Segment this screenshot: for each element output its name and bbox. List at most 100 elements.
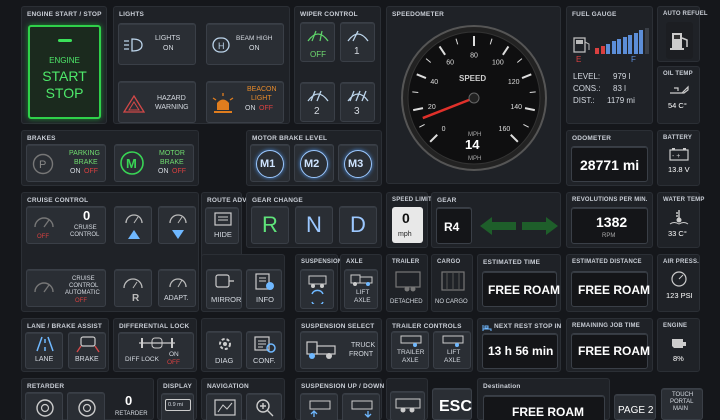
beam-high-button[interactable]: H BEAM HIGH ON <box>206 23 284 65</box>
suspension-panel: SUSPENSION <box>295 254 342 312</box>
hazard-button[interactable]: HAZARD WARNING <box>118 81 196 123</box>
hazard-icon <box>123 95 145 113</box>
info-button[interactable]: INFO <box>246 269 282 309</box>
engine-start-stop-button[interactable]: ENGINE START STOP <box>28 25 101 119</box>
cruise-auto-button[interactable]: CRUISE CONTROL AUTOMATIC OFF <box>26 269 106 307</box>
suspension-button[interactable] <box>300 269 334 309</box>
brake-assist-button[interactable]: BRAKE <box>68 332 106 369</box>
cruise-down-button[interactable] <box>158 206 196 244</box>
wiper-2-button[interactable]: 2 <box>300 82 335 122</box>
trailer-lift-label2: AXLE <box>444 357 461 364</box>
trailer-title: TRAILER <box>392 259 420 265</box>
destination-title: Destination <box>483 383 521 390</box>
diff-lock-button[interactable]: DIFF LOCK ON OFF <box>118 332 194 369</box>
page-2-button[interactable]: PAGE 2 <box>614 394 656 420</box>
speedlimit-title: SPEED LIMIT <box>392 197 432 203</box>
conf-label: CONF. <box>253 356 276 365</box>
fuel-bar <box>644 28 649 54</box>
conf-button[interactable]: CONF. <box>246 331 282 369</box>
nextrest-panel: NEXT REST STOP IN 13 h 56 min <box>477 318 561 372</box>
difflock-panel: DIFFERENTIAL LOCK DIFF LOCK ON OFF <box>113 318 197 372</box>
water-temp-icon <box>669 210 689 225</box>
lane-title: LANE / BRAKE ASSIST <box>27 323 103 330</box>
dashboard: ENGINE START / STOP ENGINE START STOP LI… <box>0 0 720 420</box>
suspension-select-button[interactable]: TRUCK FRONT <box>300 331 378 369</box>
autorefuel-title: AUTO REFUEL <box>663 11 708 17</box>
gear-d-button[interactable]: D <box>339 206 377 244</box>
lane-assist-button[interactable]: LANE <box>25 332 63 369</box>
display-button[interactable]: 0.9 mi <box>161 393 194 420</box>
svg-text:H: H <box>218 41 225 51</box>
nav-zoom-button[interactable] <box>246 393 282 420</box>
brake-assist-icon <box>76 336 100 353</box>
watertemp-value: 33 C° <box>668 229 687 238</box>
truck-axle-icon <box>350 274 373 286</box>
motorbrake-title: MOTOR BRAKE LEVEL <box>252 135 328 142</box>
motor-brake-m3-button[interactable]: M3 <box>338 144 378 182</box>
nextrest-display: 13 h 56 min <box>482 333 558 369</box>
engine-status-title: ENGINE <box>663 323 688 329</box>
difflock-off: OFF <box>167 359 180 366</box>
remaining-panel: REMAINING JOB TIME FREE ROAM <box>566 318 653 372</box>
cruise-up-button[interactable] <box>114 206 152 244</box>
suspension-down-icon <box>351 400 373 418</box>
route-hide-button[interactable]: HIDE <box>205 207 239 244</box>
speed-tick-label: 0 <box>442 126 446 133</box>
speed-up-icon <box>125 214 143 239</box>
nav-map-button[interactable] <box>206 393 242 420</box>
speedlimit-value: 0 <box>402 210 410 226</box>
touch-portal-main-button[interactable]: TOUCH PORTAL MAIN <box>661 388 703 420</box>
trailer-axle-button[interactable]: TRAILER AXLE <box>391 331 429 369</box>
suspension-up-button[interactable] <box>300 393 338 420</box>
fuel-bar <box>606 43 610 54</box>
svg-text:- +: - + <box>672 153 680 160</box>
beacon-light-button[interactable]: BEACON LIGHT ON OFF <box>206 81 284 123</box>
retarder-title: RETARDER <box>27 383 65 390</box>
parking-label2: BRAKE <box>74 159 98 166</box>
lights-button[interactable]: LIGHTS ON <box>118 23 196 65</box>
wiper-1-button[interactable]: 1 <box>340 22 375 62</box>
speed-tick-label: 80 <box>470 53 478 60</box>
fuel-bar <box>595 48 599 54</box>
trailer-lift-icon <box>442 335 464 347</box>
retarder-down-button[interactable] <box>25 392 63 420</box>
m3-label: M3 <box>348 158 364 170</box>
gear-r-button[interactable]: R <box>251 206 289 244</box>
motor-brake-m2-button[interactable]: M2 <box>294 144 334 182</box>
retarder-up-button[interactable] <box>67 392 105 420</box>
diag-button[interactable]: DIAG <box>206 331 242 369</box>
motor-brake-m1-button[interactable]: M1 <box>250 144 290 182</box>
suspension-down-button[interactable] <box>342 393 380 420</box>
cargo-box-icon <box>441 271 465 291</box>
trailer-lift-axle-button[interactable]: LIFT AXLE <box>433 331 471 369</box>
cruise-control-button[interactable]: OFF 0 CRUISE CONTROL <box>26 206 106 244</box>
nextrest-title: NEXT REST STOP IN <box>494 323 562 330</box>
wiper-3-button[interactable]: 3 <box>340 82 375 122</box>
gear-n-button[interactable]: N <box>295 206 333 244</box>
fuel-e: E <box>576 55 582 64</box>
beacon-label2: LIGHT <box>251 95 272 102</box>
wiper-off-button[interactable]: OFF <box>300 22 335 62</box>
trailer-couple-button[interactable] <box>390 391 425 420</box>
motor-brake-button[interactable]: M MOTOR BRAKE ON OFF <box>114 144 194 182</box>
parking-brake-button[interactable]: P PARKING BRAKE ON OFF <box>26 144 106 182</box>
lift-axle-button[interactable]: LIFT AXLE <box>344 269 378 309</box>
esttime-value: FREE ROAM <box>488 283 560 297</box>
adaptive-cruise-button[interactable]: ADAPT. <box>158 269 196 307</box>
beacon-label1: BEACON <box>247 86 277 93</box>
cruise-resume-button[interactable]: R <box>114 269 152 307</box>
brakes-panel: BRAKES P PARKING BRAKE ON OFF M MOTOR BR… <box>21 130 199 186</box>
trailer-status: DETACHED <box>390 299 423 305</box>
wiper-icon <box>347 30 369 42</box>
lights-label: LIGHTS <box>155 35 181 42</box>
headlight-icon <box>124 38 143 52</box>
fuel-level-value: 979 l <box>613 72 631 81</box>
wiper-panel: WIPER CONTROL OFF 1 2 3 <box>294 6 381 124</box>
auto-refuel-button[interactable] <box>666 22 693 59</box>
mirror-button[interactable]: MIRROR <box>206 269 242 309</box>
wiper-title: WIPER CONTROL <box>300 11 358 18</box>
mirror-info-panel: MIRROR INFO <box>201 254 285 312</box>
esc-button[interactable]: ESC <box>432 388 472 420</box>
oil-can-icon <box>670 85 689 94</box>
cruise-title: CRUISE CONTROL <box>27 197 89 204</box>
